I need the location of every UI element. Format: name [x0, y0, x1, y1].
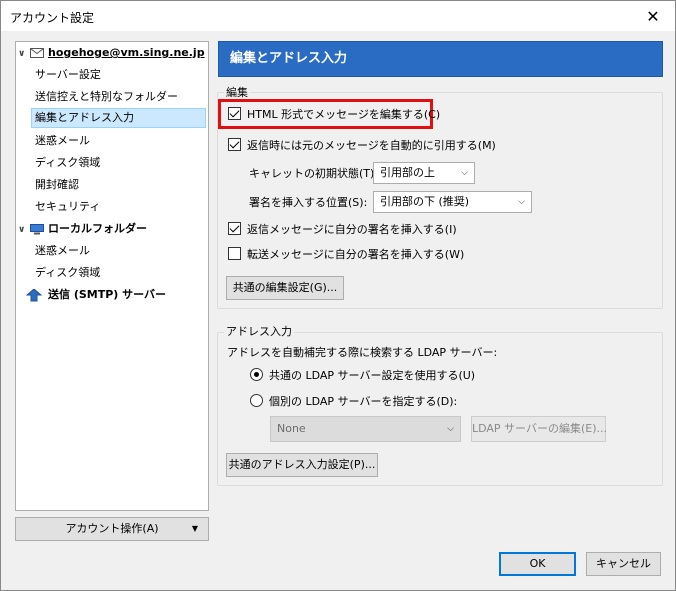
sidebar-item-label: 送信控えと特別なフォルダー	[35, 90, 178, 103]
signature-position-label: 署名を挿入する位置(S):	[249, 196, 368, 209]
account-tree[interactable]: ∨ hogehoge@vm.sing.ne.jp サーバー設定 送信控えと特別な…	[15, 41, 209, 511]
mail-account-icon	[30, 48, 44, 58]
sig-reply-label: 返信メッセージに自分の署名を挿入する(I)	[247, 223, 457, 236]
auto-quote-label: 返信時には元のメッセージを自動的に引用する(M)	[247, 139, 496, 152]
html-compose-checkbox[interactable]: HTML 形式でメッセージを編集する(C)	[228, 106, 440, 124]
auto-quote-checkbox[interactable]: 返信時には元のメッセージを自動的に引用する(M)	[228, 137, 496, 155]
global-compose-settings-button[interactable]: 共通の編集設定(G)...	[226, 276, 344, 300]
smtp-label: 送信 (SMTP) サーバー	[48, 288, 167, 301]
button-label: 共通の編集設定(G)...	[232, 281, 338, 294]
sidebar-item-label: ディスク領域	[35, 156, 101, 169]
use-specific-ldap-label: 個別の LDAP サーバーを指定する(D):	[269, 395, 458, 408]
caret-select[interactable]: 引用部の上 ⌵	[373, 162, 475, 184]
ok-button[interactable]: OK	[499, 552, 576, 576]
sig-forward-checkbox[interactable]: 転送メッセージに自分の署名を挿入する(W)	[228, 246, 464, 264]
button-label: OK	[529, 557, 546, 570]
addressing-group-title: アドレス入力	[224, 323, 294, 339]
chevron-down-icon[interactable]: ∨	[18, 220, 25, 240]
account-actions-label: アカウント操作(A)	[65, 522, 159, 535]
global-addressing-settings-button[interactable]: 共通のアドレス入力設定(P)...	[226, 453, 378, 477]
panel-header: 編集とアドレス入力	[218, 41, 663, 77]
radio-unchecked-icon[interactable]	[250, 394, 263, 407]
use-global-ldap-radio[interactable]: 共通の LDAP サーバー設定を使用する(U)	[250, 367, 475, 385]
button-label: LDAP サーバーの編集(E)...	[472, 422, 607, 435]
account-settings-window: アカウント設定 ✕ ∨ hogehoge@vm.sing.ne.jp サーバー設…	[0, 0, 676, 591]
sidebar-item-server-settings[interactable]: サーバー設定	[35, 65, 101, 85]
sidebar-item-disk-space[interactable]: ディスク領域	[35, 153, 100, 173]
sidebar-item-security[interactable]: セキュリティ	[35, 197, 100, 217]
signature-position-select[interactable]: 引用部の下 (推奨) ⌵	[373, 191, 532, 213]
cancel-button[interactable]: キャンセル	[586, 552, 661, 576]
sidebar-item-local-disk-space[interactable]: ディスク領域	[35, 263, 100, 283]
sidebar-item-composition[interactable]: 編集とアドレス入力	[31, 108, 206, 128]
account-actions-button[interactable]: アカウント操作(A) ▼	[15, 517, 209, 541]
button-label: 共通のアドレス入力設定(P)...	[228, 458, 376, 471]
ldap-server-select[interactable]: None ⌵	[270, 416, 461, 442]
html-compose-label: HTML 形式でメッセージを編集する(C)	[247, 108, 441, 121]
sig-reply-checkbox[interactable]: 返信メッセージに自分の署名を挿入する(I)	[228, 221, 457, 239]
sidebar-item-label: 迷惑メール	[35, 134, 90, 147]
local-folders-label: ローカルフォルダー	[48, 222, 147, 235]
chevron-down-icon[interactable]: ∨	[18, 44, 25, 64]
computer-icon	[30, 224, 44, 235]
title-bar: アカウント設定 ✕	[1, 1, 675, 31]
use-global-ldap-label: 共通の LDAP サーバー設定を使用する(U)	[269, 369, 476, 382]
account-name: hogehoge@vm.sing.ne.jp	[48, 46, 205, 59]
sidebar-item-local-junk[interactable]: 迷惑メール	[35, 241, 90, 261]
checkbox-checked-icon[interactable]	[228, 222, 241, 235]
sidebar-item-label: セキュリティ	[35, 200, 101, 213]
signature-select-value: 引用部の下 (推奨)	[380, 195, 470, 208]
close-icon[interactable]: ✕	[631, 1, 675, 31]
sidebar-item-copies-folders[interactable]: 送信控えと特別なフォルダー	[35, 87, 178, 107]
checkbox-checked-icon[interactable]	[228, 107, 241, 120]
editing-group-title: 編集	[224, 84, 250, 100]
use-specific-ldap-radio[interactable]: 個別の LDAP サーバーを指定する(D):	[250, 393, 457, 411]
window-title: アカウント設定	[10, 11, 95, 25]
checkbox-checked-icon[interactable]	[228, 138, 241, 151]
ldap-description: アドレスを自動補完する際に検索する LDAP サーバー:	[227, 346, 498, 359]
edit-ldap-button[interactable]: LDAP サーバーの編集(E)...	[471, 416, 607, 442]
chevron-down-icon: ⌵	[461, 168, 468, 178]
panel-title: 編集とアドレス入力	[230, 51, 348, 66]
caret-label: キャレットの初期状態(T):	[249, 167, 379, 180]
checkbox-unchecked-icon[interactable]	[228, 247, 241, 260]
ldap-select-value: None	[277, 422, 306, 435]
sidebar-item-label: 編集とアドレス入力	[35, 111, 134, 124]
chevron-down-icon: ⌵	[518, 197, 525, 207]
chevron-down-icon: ⌵	[447, 424, 454, 434]
caret-select-value: 引用部の上	[380, 166, 435, 179]
button-label: キャンセル	[596, 557, 651, 570]
sidebar-item-return-receipts[interactable]: 開封確認	[35, 175, 79, 195]
dropdown-arrow-icon: ▼	[191, 524, 198, 533]
smtp-server-icon	[26, 289, 42, 302]
radio-checked-icon[interactable]	[250, 368, 263, 381]
sidebar-item-label: サーバー設定	[35, 68, 101, 81]
sidebar-item-label: 開封確認	[35, 178, 79, 191]
sig-forward-label: 転送メッセージに自分の署名を挿入する(W)	[247, 248, 465, 261]
sidebar-item-label: 迷惑メール	[35, 244, 90, 257]
sidebar-item-label: ディスク領域	[35, 266, 101, 279]
sidebar-item-junk[interactable]: 迷惑メール	[35, 131, 90, 151]
